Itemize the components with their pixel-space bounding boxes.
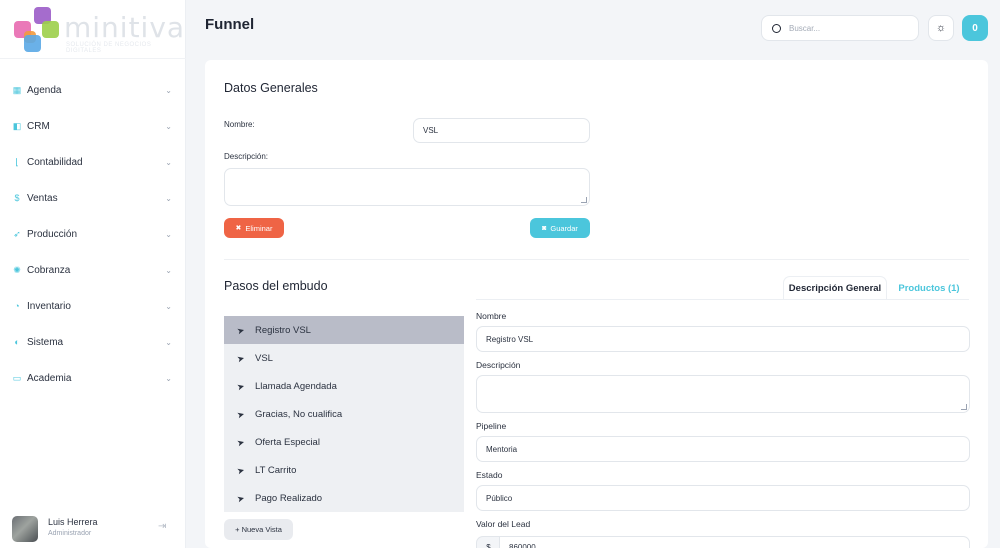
sidebar-item-produccion[interactable]: ➶ Producción ⌄: [0, 216, 186, 252]
brand-logo[interactable]: minitiva SOLUCIÓN DE NEGOCIOS DIGITALES: [14, 7, 184, 54]
lead-value-label: Valor del Lead: [476, 519, 531, 529]
paper-plane-icon: ➤: [235, 324, 246, 336]
sidebar-item-agenda[interactable]: ▦ Agenda ⌄: [0, 72, 186, 108]
chevron-down-icon: ⌄: [165, 337, 172, 347]
atom-icon: ✺: [13, 264, 21, 275]
chevron-down-icon: ⌄: [165, 301, 172, 311]
chevron-down-icon: ⌄: [165, 121, 172, 131]
paper-plane-icon: ➤: [235, 436, 246, 448]
spinner-icon: ◔: [14, 301, 20, 311]
brand-name: minitiva: [64, 11, 186, 44]
notifications-button[interactable]: 0: [962, 15, 988, 41]
list-item[interactable]: ➤ LT Carrito: [224, 456, 464, 484]
list-item[interactable]: ➤ Registro VSL: [224, 316, 464, 344]
chevron-down-icon: ⌄: [165, 229, 172, 239]
book-icon: ◧: [12, 120, 22, 131]
paper-plane-icon: ➤: [235, 380, 246, 392]
delete-button[interactable]: ✖ Eliminar: [224, 218, 284, 238]
currency-prefix: $: [476, 536, 500, 548]
name-label: Nombre:: [224, 120, 255, 129]
list-item[interactable]: ➤ Pago Realizado: [224, 484, 464, 512]
tabs-underline: [476, 299, 969, 300]
tab-productos[interactable]: Productos (1): [889, 276, 969, 300]
pipeline-field[interactable]: Mentoria: [476, 436, 970, 462]
step-description-textarea[interactable]: [476, 375, 970, 413]
chevron-down-icon: ⌄: [165, 157, 172, 167]
chart-line-icon: ⌊: [15, 156, 19, 167]
step-description-label: Descripción: [476, 360, 521, 370]
theme-toggle-button[interactable]: ☼: [928, 15, 954, 41]
sidebar-item-label: Sistema: [27, 336, 64, 348]
funnel-description-textarea[interactable]: [224, 168, 590, 206]
sun-icon: ☼: [935, 22, 947, 34]
funnel-steps-list: ➤ Registro VSL ➤ VSL ➤ Llamada Agendada …: [224, 316, 464, 512]
page-title: Funnel: [205, 16, 255, 33]
sidebar-item-inventario[interactable]: ◔ Inventario ⌄: [0, 288, 186, 324]
avatar[interactable]: [12, 516, 38, 542]
paper-plane-icon: ➤: [235, 464, 246, 476]
laptop-icon: ▭: [12, 372, 22, 383]
status-field[interactable]: Público: [476, 485, 970, 511]
trash-icon: ✖: [235, 225, 242, 232]
search-icon: [772, 23, 781, 33]
list-item[interactable]: ➤ Oferta Especial: [224, 428, 464, 456]
funnel-name-input[interactable]: VSL: [413, 118, 590, 143]
step-name-input[interactable]: Registro VSL: [476, 326, 970, 352]
sidebar-item-label: Contabilidad: [27, 156, 83, 168]
sidebar-item-academia[interactable]: ▭ Academia ⌄: [0, 360, 186, 396]
user-role: Administrador: [48, 530, 92, 537]
section-title-general: Datos Generales: [224, 81, 318, 95]
logo-divider: [0, 58, 186, 59]
new-view-button[interactable]: + Nueva Vista: [224, 519, 293, 540]
rocket-icon: ➶: [13, 228, 21, 239]
paper-plane-icon: ➤: [235, 492, 246, 504]
sidebar-item-cobranza[interactable]: ✺ Cobranza ⌄: [0, 252, 186, 288]
detail-tabs: Descripción General Productos (1): [783, 276, 969, 300]
chevron-down-icon: ⌄: [165, 85, 172, 95]
list-item[interactable]: ➤ VSL: [224, 344, 464, 372]
paper-plane-icon: ➤: [235, 352, 246, 364]
sidebar-nav: ▦ Agenda ⌄ ◧ CRM ⌄ ⌊ Contabilidad ⌄ $ Ve…: [0, 72, 186, 396]
resize-handle-icon[interactable]: [581, 197, 587, 203]
sidebar-item-label: Cobranza: [27, 264, 71, 276]
paper-plane-icon: ➤: [235, 408, 246, 420]
section-title-steps: Pasos del embudo: [224, 279, 328, 293]
sidebar-item-label: Agenda: [27, 84, 62, 96]
description-label: Descripción:: [224, 152, 269, 161]
lead-value-input[interactable]: 860000: [499, 536, 970, 548]
logout-icon[interactable]: ⇥: [158, 521, 166, 532]
funnel-card: Datos Generales Nombre: VSL Descripción:…: [205, 60, 988, 548]
sidebar-item-ventas[interactable]: $ Ventas ⌄: [0, 180, 186, 216]
sidebar-item-sistema[interactable]: ◐ Sistema ⌄: [0, 324, 186, 360]
user-profile[interactable]: Luis Herrera Administrador ⇥: [12, 514, 178, 542]
search-input[interactable]: Buscar...: [789, 24, 820, 33]
step-name-label: Nombre: [476, 311, 507, 321]
save-icon: ◙: [542, 224, 547, 232]
tab-descripcion-general[interactable]: Descripción General: [783, 276, 887, 300]
sidebar-item-label: Producción: [27, 228, 78, 240]
list-item[interactable]: ➤ Gracias, No cualifica: [224, 400, 464, 428]
list-item[interactable]: ➤ Llamada Agendada: [224, 372, 464, 400]
sidebar-item-contabilidad[interactable]: ⌊ Contabilidad ⌄: [0, 144, 186, 180]
calendar-icon: ▦: [12, 84, 22, 95]
chevron-down-icon: ⌄: [165, 193, 172, 203]
pipeline-label: Pipeline: [476, 421, 507, 431]
sidebar-item-label: CRM: [27, 120, 50, 132]
chevron-down-icon: ⌄: [165, 373, 172, 383]
resize-handle-icon[interactable]: [961, 404, 967, 410]
save-button[interactable]: ◙ Guardar: [530, 218, 590, 238]
brand-tagline: SOLUCIÓN DE NEGOCIOS DIGITALES: [66, 42, 152, 54]
chevron-down-icon: ⌄: [165, 265, 172, 275]
status-label: Estado: [476, 470, 503, 480]
section-divider: [224, 259, 969, 260]
search-box[interactable]: Buscar...: [761, 15, 919, 41]
user-name: Luis Herrera: [48, 517, 98, 527]
sidebar-item-crm[interactable]: ◧ CRM ⌄: [0, 108, 186, 144]
sidebar-item-label: Academia: [27, 372, 72, 384]
sidebar: minitiva SOLUCIÓN DE NEGOCIOS DIGITALES …: [0, 0, 186, 548]
dollar-icon: $: [14, 193, 20, 203]
settings-icon: ◐: [14, 337, 20, 347]
sidebar-item-label: Inventario: [27, 300, 71, 312]
sidebar-item-label: Ventas: [27, 192, 58, 204]
